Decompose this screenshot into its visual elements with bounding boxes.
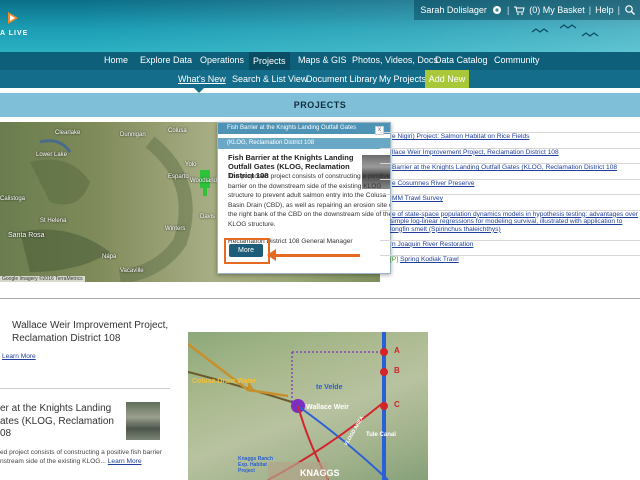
card-divider	[0, 388, 170, 389]
diagram-label: KNAGGS	[300, 468, 340, 478]
nav-community[interactable]: Community	[494, 55, 540, 65]
diagram-label: Knaggs Ranch Exp. Habitat Project	[238, 456, 274, 474]
list-item-link[interactable]: Spring Kodiak Trawl	[400, 256, 459, 263]
logo-icon[interactable]	[6, 10, 20, 26]
map-label: Lower Lake	[36, 152, 68, 158]
separator: |	[506, 5, 510, 15]
nav-projects[interactable]: Projects	[249, 52, 290, 70]
diagram-marker-label: A	[394, 346, 400, 355]
list-item[interactable]: e Cosumnes River Preserve	[380, 178, 640, 195]
list-item[interactable]: llace Weir Improvement Project, Reclamat…	[380, 147, 640, 164]
separator: |	[588, 5, 592, 15]
map-label: Napa	[102, 254, 117, 260]
diagram-label: te Velde	[316, 384, 343, 391]
basket-link[interactable]: (0) My Basket	[529, 5, 585, 15]
diagram-label: Tule Canal	[366, 432, 396, 438]
list-item-tag: [P]	[390, 256, 399, 263]
list-item[interactable]: [P] Spring Kodiak Trawl	[380, 255, 640, 271]
subnav-my-projects[interactable]: My Projects	[379, 74, 426, 84]
popup-subtitle: (KLOG, Reclamation District 108	[218, 138, 390, 149]
map-credit: Google Imagery ©2016 TerraMetrics	[0, 276, 85, 282]
page: A LIVE Sarah Dolislager | (0) My Basket …	[0, 0, 640, 480]
diagram-marker-label: C	[394, 400, 400, 409]
popup-description: The proposed project consists of constru…	[228, 173, 391, 228]
nav-data-catalog[interactable]: Data Catalog	[435, 55, 488, 65]
user-name[interactable]: Sarah Dolislager	[420, 5, 487, 15]
birds-graphic	[531, 24, 599, 37]
search-icon[interactable]	[624, 4, 636, 16]
diagram-marker-label: B	[394, 366, 400, 375]
map-label: Calistoga	[0, 196, 26, 202]
projects-section-header: PROJECTS	[0, 93, 640, 117]
map-label: Clearlake	[55, 130, 81, 136]
card-description: ed project consists of constructing a po…	[0, 448, 175, 466]
nav-maps-gis[interactable]: Maps & GIS	[298, 55, 347, 65]
nav-photos-videos-docs[interactable]: Photos, Videos, Docs	[352, 55, 438, 65]
map-label: Dunnigan	[120, 132, 146, 138]
project-list: e Nigiri) Project: Salmon Habitat on Ric…	[380, 132, 640, 271]
nav-explore-data[interactable]: Explore Data	[140, 55, 192, 65]
list-item[interactable]: MM Trawl Survey	[380, 194, 640, 210]
user-bar: Sarah Dolislager | (0) My Basket | Help …	[414, 0, 640, 20]
project-diagram-image: Colusa Drain Water Wallace Weir te Velde…	[188, 332, 428, 480]
list-item-link[interactable]: Barrier at the Knights Landing Outfall G…	[392, 164, 617, 171]
diagram-label: Wallace Weir	[306, 404, 349, 411]
add-new-button[interactable]: Add New	[425, 70, 469, 88]
callout-highlight	[224, 238, 270, 264]
map-label: Yolo	[185, 162, 197, 168]
list-item[interactable]: e of state-space population dynamics mod…	[380, 209, 640, 240]
map-label: Woodland	[190, 178, 217, 184]
map-label: Davis	[200, 214, 216, 220]
map-label: Winters	[165, 226, 186, 232]
card-title[interactable]: Wallace Weir Improvement Project, Reclam…	[12, 319, 182, 345]
map-label: Colusa	[168, 128, 187, 134]
list-item-link[interactable]: e Nigiri) Project: Salmon Habitat on Ric…	[392, 133, 529, 140]
map-label: Esparto	[168, 174, 189, 180]
list-item-link[interactable]: llace Weir Improvement Project, Reclamat…	[392, 149, 559, 156]
diagram-label: Colusa Drain Water	[192, 378, 257, 385]
learn-more-link[interactable]: Learn More	[2, 353, 36, 360]
list-item[interactable]: Barrier at the Knights Landing Outfall G…	[380, 163, 640, 179]
card-thumbnail[interactable]	[126, 402, 160, 440]
map-label: Santa Rosa	[8, 232, 45, 239]
sub-nav: What's New Search & List View Document L…	[0, 70, 640, 88]
help-link[interactable]: Help	[595, 5, 614, 15]
nav-operations[interactable]: Operations	[200, 55, 244, 65]
map-label: St Helena	[40, 218, 67, 224]
logo-text[interactable]: A LIVE	[0, 30, 28, 37]
list-item-link[interactable]: n Joaquin River Restoration	[392, 241, 473, 248]
subnav-document-library[interactable]: Document Library	[306, 74, 377, 84]
subnav-search-list-view[interactable]: Search & List View	[232, 74, 307, 84]
map-label: Vacaville	[120, 268, 144, 274]
subnav-whats-new[interactable]: What's New	[178, 74, 226, 84]
learn-more-link[interactable]: Learn More	[108, 458, 142, 465]
section-divider	[0, 298, 640, 299]
callout-arrow-icon	[267, 249, 276, 261]
callout-arrow-line	[272, 254, 360, 257]
list-item[interactable]: e Nigiri) Project: Salmon Habitat on Ric…	[380, 132, 640, 148]
nav-home[interactable]: Home	[104, 55, 128, 65]
gear-icon[interactable]	[491, 4, 503, 16]
separator: |	[617, 5, 620, 15]
popup-title: Fish Barrier at the Knights Landing Outf…	[218, 123, 390, 134]
site-header: A LIVE Sarah Dolislager | (0) My Basket …	[0, 0, 640, 52]
basket-icon[interactable]	[513, 4, 525, 16]
list-item-link[interactable]: MM Trawl Survey	[392, 195, 443, 202]
list-item-link[interactable]: e of state-space population dynamics mod…	[390, 211, 638, 233]
list-item-link[interactable]: e Cosumnes River Preserve	[392, 180, 474, 187]
list-item[interactable]: n Joaquin River Restoration	[380, 239, 640, 256]
main-nav: Home Explore Data Operations Projects Ma…	[0, 52, 640, 70]
card-title[interactable]: er at the Knights Landing ates (KLOG, Re…	[0, 403, 120, 441]
